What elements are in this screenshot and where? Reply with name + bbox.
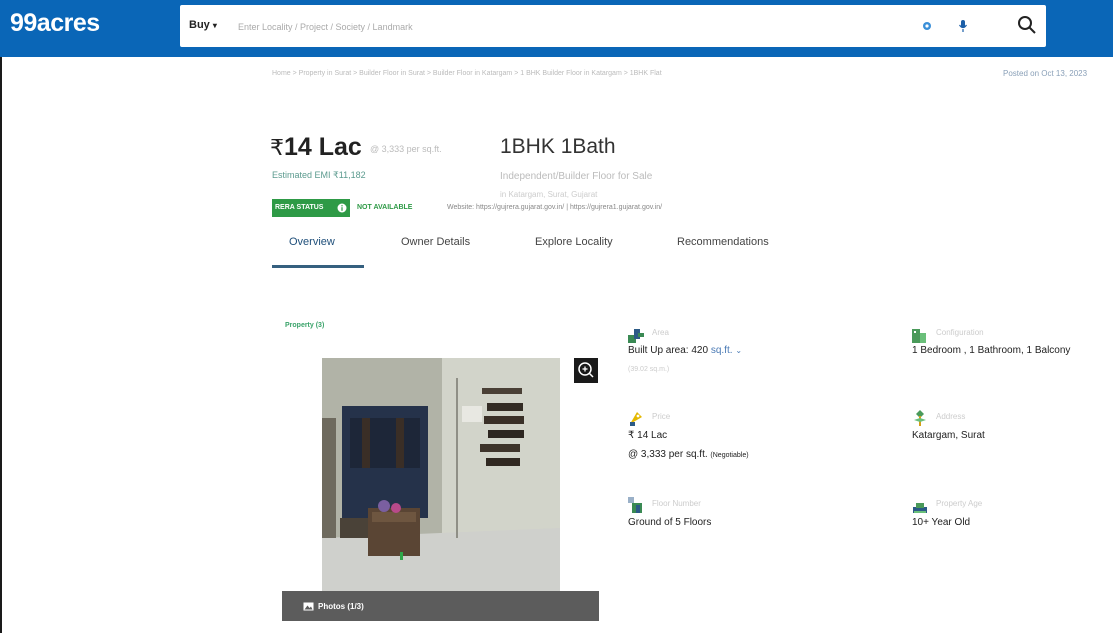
- price-per-text: @ 3,333 per sq.ft.: [628, 449, 708, 460]
- floor-number-value: Ground of 5 Floors: [628, 517, 712, 528]
- property-age-label: Property Age: [936, 499, 983, 508]
- room-photo-image: [322, 358, 560, 594]
- property-title: 1BHK 1Bath: [500, 135, 616, 158]
- search-input[interactable]: [236, 16, 800, 38]
- property-gallery-label[interactable]: Property (3): [285, 322, 324, 329]
- mic-icon[interactable]: [958, 19, 968, 33]
- address-value: Katargam, Surat: [912, 430, 985, 441]
- configuration-value: 1 Bedroom , 1 Bathroom, 1 Balcony: [912, 345, 1071, 356]
- address-icon: [914, 410, 926, 426]
- chevron-down-icon: ⌄: [735, 346, 743, 355]
- property-age-value: 10+ Year Old: [912, 517, 971, 528]
- site-logo[interactable]: 99acres: [10, 9, 100, 38]
- header-strip: [180, 47, 1046, 53]
- area-value-text: Built Up area: 420: [628, 345, 709, 356]
- photos-count-label[interactable]: Photos (1/3): [318, 602, 364, 611]
- floor-number-label: Floor Number: [652, 499, 701, 508]
- area-unit: sq.ft.: [710, 345, 733, 356]
- buy-dropdown[interactable]: Buy ▾: [189, 19, 217, 31]
- location-target-icon[interactable]: [922, 21, 932, 31]
- zoom-in-icon: [578, 362, 594, 378]
- negotiable-label: (Negotiable): [710, 452, 749, 459]
- floor-number-icon: [628, 497, 642, 513]
- active-tab-indicator: [272, 265, 364, 268]
- zoom-button[interactable]: [574, 358, 598, 383]
- property-locality: in Katargam, Surat, Gujarat: [500, 190, 598, 199]
- search-bar: Buy ▾: [180, 5, 1046, 47]
- tab-recommendations[interactable]: Recommendations: [677, 236, 769, 248]
- price-per-sqft-detail: @ 3,333 per sq.ft. (Negotiable): [628, 449, 749, 460]
- image-icon: [303, 602, 314, 611]
- info-icon[interactable]: [337, 203, 347, 213]
- property-age-icon: [913, 503, 927, 513]
- configuration-icon: [912, 329, 926, 343]
- area-icon: [628, 329, 644, 343]
- address-label: Address: [936, 412, 966, 421]
- breadcrumb[interactable]: Home > Property in Surat > Builder Floor…: [272, 70, 662, 77]
- price-heading: ₹14 Lac: [270, 133, 362, 162]
- buy-label: Buy: [189, 19, 210, 31]
- price-label: Price: [652, 412, 671, 421]
- price-detail-value: ₹ 14 Lac: [628, 430, 668, 441]
- search-icon[interactable]: [1016, 14, 1038, 36]
- area-label: Area: [652, 328, 669, 337]
- posted-date: Posted on Oct 13, 2023: [1003, 69, 1088, 78]
- rera-not-available: NOT AVAILABLE: [357, 204, 413, 211]
- price-per-sqft: @ 3,333 per sq.ft.: [370, 144, 442, 154]
- configuration-label: Configuration: [936, 328, 984, 337]
- estimated-emi[interactable]: Estimated EMI ₹11,182: [272, 170, 366, 181]
- price-icon: [630, 412, 642, 426]
- chevron-down-icon: ▾: [212, 21, 217, 30]
- area-unit-dropdown[interactable]: sq.ft. ⌄: [711, 345, 742, 356]
- property-subtitle: Independent/Builder Floor for Sale: [500, 171, 653, 182]
- tab-overview[interactable]: Overview: [289, 236, 335, 248]
- price-value: 14 Lac: [284, 133, 362, 161]
- rera-website[interactable]: Website: https://gujrera.gujarat.gov.in/…: [447, 204, 662, 211]
- tab-owner-details[interactable]: Owner Details: [401, 236, 470, 248]
- area-value: Built Up area: 420 sq.ft. ⌄: [628, 345, 742, 356]
- rupee-symbol: ₹: [270, 135, 284, 160]
- area-sub: (39.02 sq.m.): [628, 366, 670, 373]
- tab-explore-locality[interactable]: Explore Locality: [535, 236, 613, 248]
- property-photo[interactable]: [322, 358, 560, 594]
